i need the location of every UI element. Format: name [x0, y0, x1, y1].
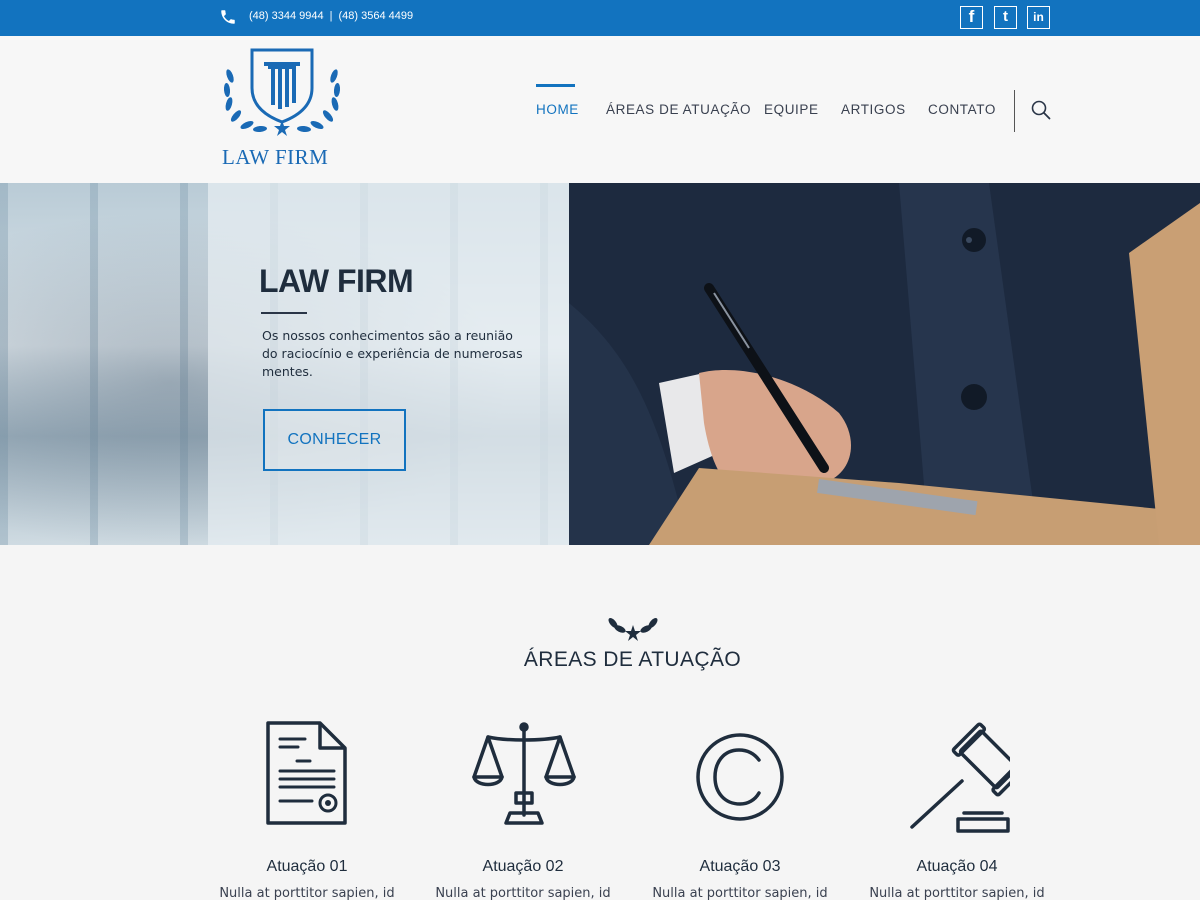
conhecer-button[interactable]: CONHECER — [263, 409, 406, 471]
hero-divider — [261, 312, 307, 314]
area-card-4[interactable]: Atuação 04 Nulla at porttitor sapien, id — [850, 715, 1050, 900]
nav-areas-de-atuacao[interactable]: ÁREAS DE ATUAÇÃO — [606, 102, 751, 117]
hero-title: LAW FIRM — [259, 263, 414, 299]
area-name-4: Atuação 04 — [916, 858, 998, 875]
site-header: LAW FIRM HOME ÁREAS DE ATUAÇÃO EQUIPE AR… — [0, 36, 1200, 183]
twitter-icon[interactable]: t — [994, 6, 1017, 29]
copyright-icon — [696, 733, 784, 821]
laurel-star-icon — [608, 618, 658, 641]
hero-lawyer-image — [569, 183, 1200, 545]
area-name-3: Atuação 03 — [699, 858, 781, 875]
document-icon — [266, 721, 347, 825]
top-bar: (48) 3344 9944 | (48) 3564 4499 f t in — [0, 0, 1200, 36]
area-card-2[interactable]: Atuação 02 Nulla at porttitor sapien, id — [416, 715, 616, 900]
nav-home[interactable]: HOME — [536, 102, 579, 117]
search-icon[interactable] — [1031, 100, 1051, 120]
area-card-3[interactable]: Atuação 03 Nulla at porttitor sapien, id — [633, 715, 833, 900]
laurel-shield-icon — [223, 48, 341, 136]
nav-artigos[interactable]: ARTIGOS — [841, 102, 906, 117]
phone-separator: | — [329, 10, 333, 22]
phone-numbers: (48) 3344 9944 | (48) 3564 4499 — [249, 10, 413, 22]
section-title-areas: ÁREAS DE ATUAÇÃO — [523, 648, 742, 671]
phone-number-2[interactable]: (48) 3564 4499 — [338, 10, 413, 22]
hero-description: Os nossos conhecimentos são a reunião do… — [262, 328, 523, 379]
gavel-icon — [910, 722, 1010, 833]
logo-text: LAW FIRM — [222, 145, 329, 169]
area-desc-1: Nulla at porttitor sapien, id — [219, 886, 395, 900]
nav-equipe[interactable]: EQUIPE — [764, 102, 819, 117]
phone-icon — [221, 10, 235, 24]
linkedin-icon[interactable]: in — [1027, 6, 1050, 29]
scales-icon — [472, 722, 576, 825]
area-name-1: Atuação 01 — [266, 858, 348, 875]
nav-contato[interactable]: CONTATO — [928, 102, 996, 117]
hero-banner: LAW FIRM Os nossos conhecimentos são a r… — [0, 183, 1200, 545]
facebook-icon[interactable]: f — [960, 6, 983, 29]
area-card-1[interactable]: Atuação 01 Nulla at porttitor sapien, id — [200, 715, 400, 900]
area-name-2: Atuação 02 — [482, 858, 564, 875]
nav-divider — [1014, 90, 1015, 132]
active-nav-indicator — [536, 84, 575, 87]
logo[interactable]: LAW FIRM — [220, 48, 344, 169]
area-desc-2: Nulla at porttitor sapien, id — [435, 886, 611, 900]
area-desc-4: Nulla at porttitor sapien, id — [869, 886, 1045, 900]
phone-number-1[interactable]: (48) 3344 9944 — [249, 10, 324, 22]
area-desc-3: Nulla at porttitor sapien, id — [652, 886, 828, 900]
